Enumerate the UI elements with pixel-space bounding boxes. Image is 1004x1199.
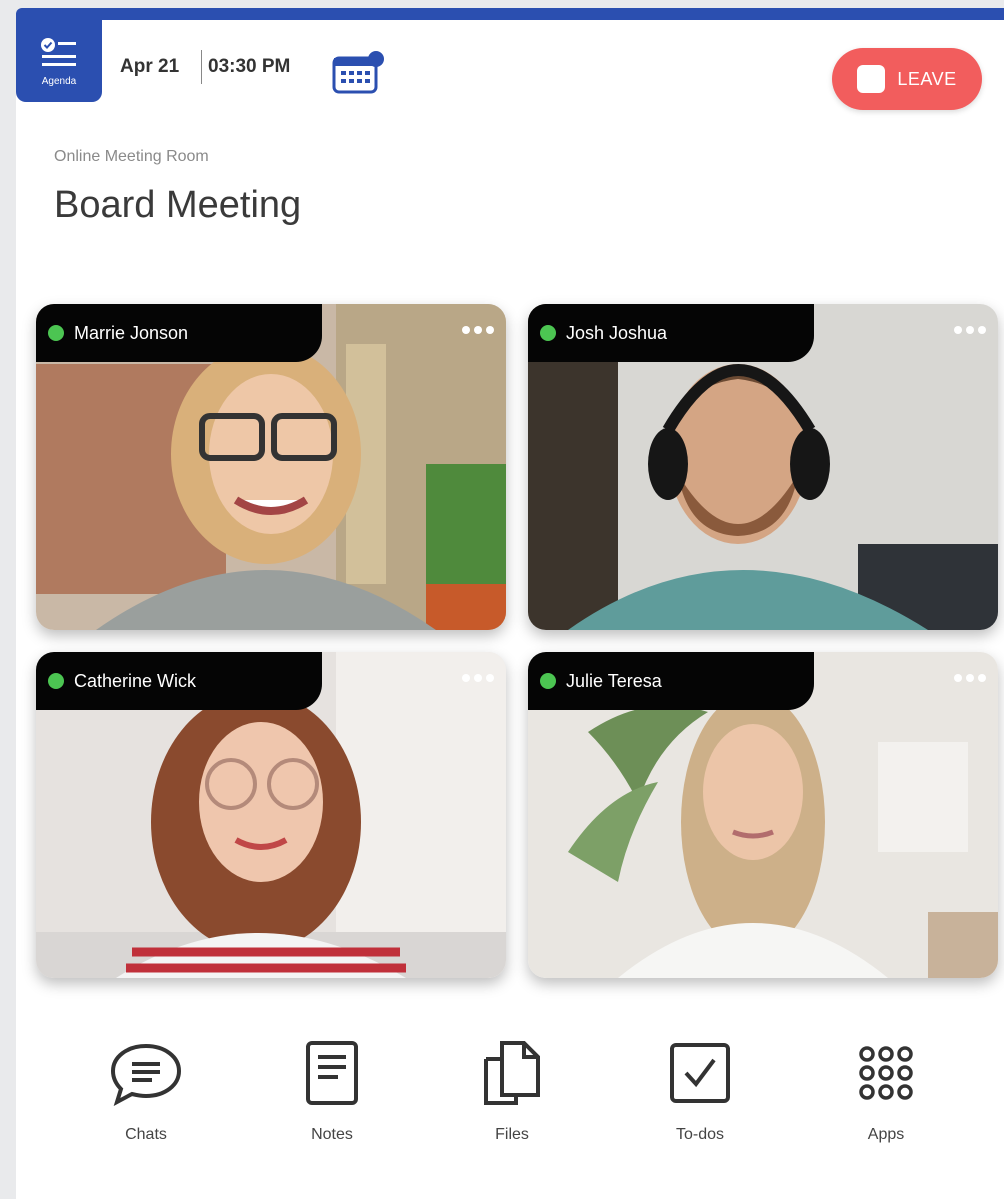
meeting-date: Apr 21 [120,56,180,77]
meeting-time: 03:30 PM [208,56,291,77]
toolbar-notes[interactable]: Notes [272,1038,392,1144]
video-tile[interactable]: Josh Joshua [528,304,998,630]
participant-name: Josh Joshua [566,322,668,343]
more-options-icon[interactable] [954,674,986,682]
video-tile[interactable]: Marrie Jonson [36,304,506,630]
more-options-icon[interactable] [462,674,494,682]
toolbar-todos[interactable]: To-dos [640,1038,760,1144]
toolbar-label: Chats [125,1126,167,1143]
agenda-icon [41,37,76,66]
online-status-icon [48,673,64,689]
notes-icon [306,1041,358,1105]
participant-name-tag: Josh Joshua [528,304,814,362]
online-status-icon [48,325,64,341]
participant-name-tag: Julie Teresa [528,652,814,710]
checkbox-icon [670,1043,730,1103]
files-icon [484,1041,540,1105]
participant-name: Marrie Jonson [74,322,189,343]
apps-grid-icon [859,1046,913,1100]
participant-name-tag: Marrie Jonson [36,304,322,362]
toolbar-label: Notes [311,1126,353,1143]
toolbar-label: Apps [867,1126,905,1143]
toolbar-files[interactable]: Files [452,1038,572,1144]
calendar-button[interactable] [332,50,384,96]
toolbar-label: Files [495,1126,529,1143]
participant-name-tag: Catherine Wick [36,652,322,710]
toolbar-apps[interactable]: Apps [826,1038,946,1144]
participant-name: Julie Teresa [566,670,662,691]
online-status-icon [540,325,556,341]
video-tile[interactable]: Julie Teresa [528,652,998,978]
chat-bubble-icon [110,1043,182,1106]
calendar-icon [332,51,384,94]
participant-name: Catherine Wick [74,670,197,691]
online-status-icon [540,673,556,689]
stop-icon [857,65,886,93]
date-time-divider [201,50,202,84]
toolbar-chats[interactable]: Chats [86,1038,206,1144]
leave-label: LEAVE [897,68,957,89]
more-options-icon[interactable] [954,326,986,334]
toolbar-label: To-dos [675,1126,725,1143]
more-options-icon[interactable] [462,326,494,334]
room-subtitle: Online Meeting Room [54,148,209,165]
agenda-label: Agenda [41,75,77,87]
agenda-tab[interactable]: Agenda [16,20,102,102]
video-tile[interactable]: Catherine Wick [36,652,506,978]
meeting-app: Agenda Apr 21 03:30 PM LEAVE Online Meet… [16,8,1004,1199]
leave-button[interactable]: LEAVE [832,48,982,110]
room-title: Board Meeting [54,184,302,226]
